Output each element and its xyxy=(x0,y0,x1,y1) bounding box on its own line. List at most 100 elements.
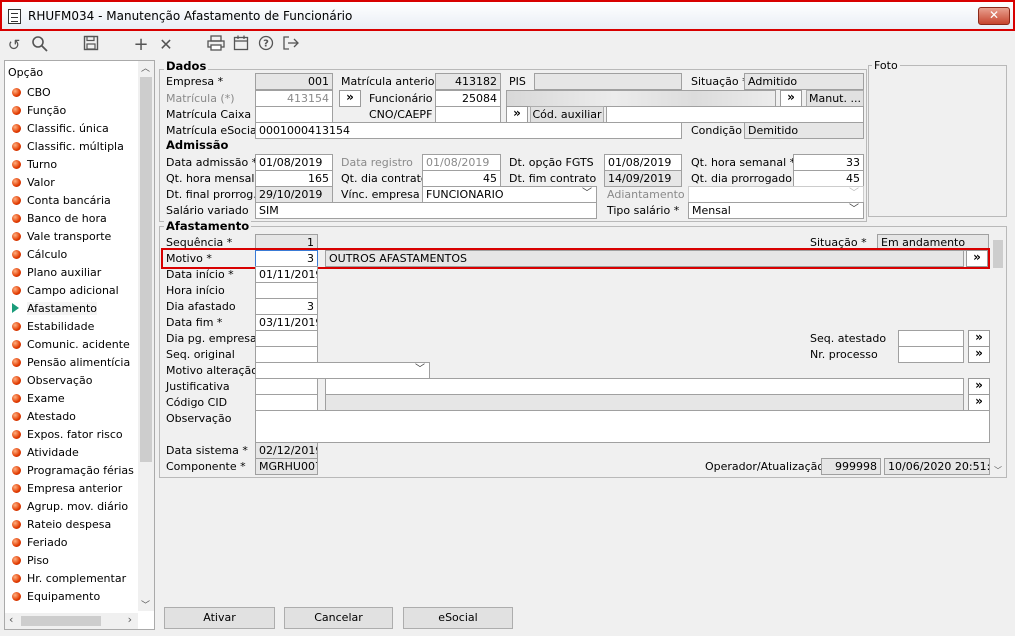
sidebar-item[interactable]: Observação xyxy=(12,374,92,392)
close-button[interactable]: ✕ xyxy=(978,7,1010,25)
funcionario-name-field[interactable] xyxy=(506,90,776,107)
scroll-up-icon[interactable]: ︿ xyxy=(141,61,150,74)
add-icon[interactable]: + xyxy=(131,35,151,55)
qt-hora-semanal-field[interactable]: 33 xyxy=(793,154,864,171)
motivo-alteracao-select[interactable]: ﹀ xyxy=(255,362,430,379)
sidebar-item[interactable]: Atividade xyxy=(12,446,79,464)
sidebar-item[interactable]: Equipamento xyxy=(12,590,100,608)
matricula-caixa-field[interactable] xyxy=(255,106,333,123)
sidebar-vertical-scrollbar[interactable]: ︿ ﹀ xyxy=(138,61,154,611)
help-icon[interactable]: ? xyxy=(256,35,276,55)
search-icon[interactable] xyxy=(30,35,50,55)
sidebar-item[interactable]: CBO xyxy=(12,86,51,104)
scroll-right-icon[interactable]: › xyxy=(128,613,132,626)
sidebar-item[interactable]: Campo adicional xyxy=(12,284,119,302)
condicao-field[interactable]: Demitido xyxy=(744,122,864,139)
dia-afastado-field[interactable]: 3 xyxy=(255,298,318,315)
funcionario-field[interactable]: 25084 xyxy=(435,90,501,107)
dt-opcao-fgts-field[interactable]: 01/08/2019 xyxy=(604,154,682,171)
qt-dia-prorrogado-field[interactable]: 45 xyxy=(793,170,864,187)
scrollbar-thumb[interactable] xyxy=(993,240,1003,268)
empresa-field[interactable]: 001 xyxy=(255,73,333,90)
scroll-left-icon[interactable]: ‹ xyxy=(9,613,13,626)
observacao-textarea[interactable] xyxy=(255,410,990,443)
save-icon[interactable] xyxy=(81,35,101,55)
sidebar-item[interactable]: Programação férias xyxy=(12,464,134,482)
sidebar-item[interactable]: Cálculo xyxy=(12,248,67,266)
cno-search-button[interactable]: » xyxy=(506,106,528,123)
motivo-field[interactable]: 3 xyxy=(255,250,318,267)
matricula-anterior-field[interactable]: 413182 xyxy=(435,73,501,90)
sidebar-item[interactable]: Valor xyxy=(12,176,55,194)
sidebar-item[interactable]: Expos. fator risco xyxy=(12,428,123,446)
codigo-cid-field[interactable] xyxy=(255,394,318,411)
sidebar-item[interactable]: Função xyxy=(12,104,66,122)
afastamento-scrollbar[interactable]: ﹀ xyxy=(991,232,1005,475)
seq-atestado-search-button[interactable]: » xyxy=(968,330,990,347)
hora-inicio-field[interactable] xyxy=(255,282,318,299)
seq-original-field[interactable] xyxy=(255,346,318,363)
esocial-button[interactable]: eSocial xyxy=(403,607,513,629)
matricula-esocial-field[interactable]: 0001000413154 xyxy=(255,122,682,139)
calendar-icon[interactable] xyxy=(231,35,251,55)
sidebar-item[interactable]: Rateio despesa xyxy=(12,518,111,536)
qt-dia-contrato-field[interactable]: 45 xyxy=(422,170,501,187)
scrollbar-thumb[interactable] xyxy=(21,616,101,626)
nr-processo-field[interactable] xyxy=(898,346,964,363)
dia-pg-empresa-field[interactable] xyxy=(255,330,318,347)
data-admissao-field[interactable]: 01/08/2019 xyxy=(255,154,333,171)
sidebar-item[interactable]: Vale transporte xyxy=(12,230,111,248)
nr-processo-search-button[interactable]: » xyxy=(968,346,990,363)
ativar-button[interactable]: Ativar xyxy=(164,607,275,629)
codigo-cid-description-field[interactable] xyxy=(325,394,964,411)
sidebar-item[interactable]: Exame xyxy=(12,392,65,410)
seq-atestado-field[interactable] xyxy=(898,330,964,347)
sidebar-horizontal-scrollbar[interactable]: ‹ › xyxy=(5,613,138,629)
data-fim-field[interactable]: 03/11/2019 xyxy=(255,314,318,331)
sidebar-item[interactable]: Empresa anterior xyxy=(12,482,122,500)
scroll-down-icon[interactable]: ﹀ xyxy=(141,598,150,611)
sidebar-item[interactable]: Turno xyxy=(12,158,57,176)
motivo-description-field[interactable]: OUTROS AFASTAMENTOS xyxy=(325,250,964,267)
sidebar-item[interactable]: Agrup. mov. diário xyxy=(12,500,128,518)
data-registro-field[interactable]: 01/08/2019 xyxy=(422,154,501,171)
adiantamento-select[interactable]: ﹀ xyxy=(688,186,864,203)
vinc-empresa-select[interactable]: FUNCIONARIO ﹀ xyxy=(422,186,597,203)
sidebar-item[interactable]: Pensão alimentícia xyxy=(12,356,130,374)
sidebar-item[interactable]: Hr. complementar xyxy=(12,572,126,590)
situacao-dados-field[interactable]: Admitido xyxy=(744,73,864,90)
qt-hora-mensal-field[interactable]: 165 xyxy=(255,170,333,187)
matricula-field[interactable]: 413154 xyxy=(255,90,333,107)
componente-field[interactable]: MGRHU007 xyxy=(255,458,318,475)
atualizacao-field[interactable]: 10/06/2020 20:51:38 xyxy=(884,458,990,475)
manut-button[interactable]: Manut. ... xyxy=(806,90,864,107)
sidebar-item[interactable]: Banco de hora xyxy=(12,212,107,230)
pis-field[interactable] xyxy=(534,73,682,90)
sidebar-item[interactable]: Afastamento xyxy=(12,302,98,320)
sidebar-item[interactable]: Estabilidade xyxy=(12,320,94,338)
sidebar-item[interactable]: Conta bancária xyxy=(12,194,111,212)
sidebar-item[interactable]: Classific. múltipla xyxy=(12,140,124,158)
data-sistema-field[interactable]: 02/12/2019 xyxy=(255,442,318,459)
scrollbar-thumb[interactable] xyxy=(140,77,152,462)
sidebar-item[interactable]: Comunic. acidente xyxy=(12,338,130,356)
justificativa-search-button[interactable]: » xyxy=(968,378,990,395)
cod-auxiliar-field[interactable] xyxy=(606,106,864,123)
data-inicio-field[interactable]: 01/11/2019 xyxy=(255,266,318,283)
tipo-salario-select[interactable]: Mensal ﹀ xyxy=(688,202,864,219)
exit-icon[interactable] xyxy=(281,35,301,55)
justificativa-field[interactable] xyxy=(255,378,318,395)
operador-field[interactable]: 999998 xyxy=(821,458,881,475)
sidebar-item[interactable]: Atestado xyxy=(12,410,76,428)
codigo-cid-search-button[interactable]: » xyxy=(968,394,990,411)
cod-auxiliar-button[interactable]: Cód. auxiliar xyxy=(530,106,604,123)
sidebar-item[interactable]: Plano auxiliar xyxy=(12,266,101,284)
dt-fim-contrato-field[interactable]: 14/09/2019 xyxy=(604,170,682,187)
print-icon[interactable] xyxy=(206,35,226,55)
funcionario-search-button[interactable]: » xyxy=(780,90,802,107)
delete-icon[interactable]: ✕ xyxy=(156,35,176,55)
undo-icon[interactable]: ↺ xyxy=(4,35,24,55)
cno-caepf-field[interactable] xyxy=(435,106,501,123)
matricula-search-button[interactable]: » xyxy=(339,90,361,107)
dt-final-prorrog-field[interactable]: 29/10/2019 xyxy=(255,186,333,203)
